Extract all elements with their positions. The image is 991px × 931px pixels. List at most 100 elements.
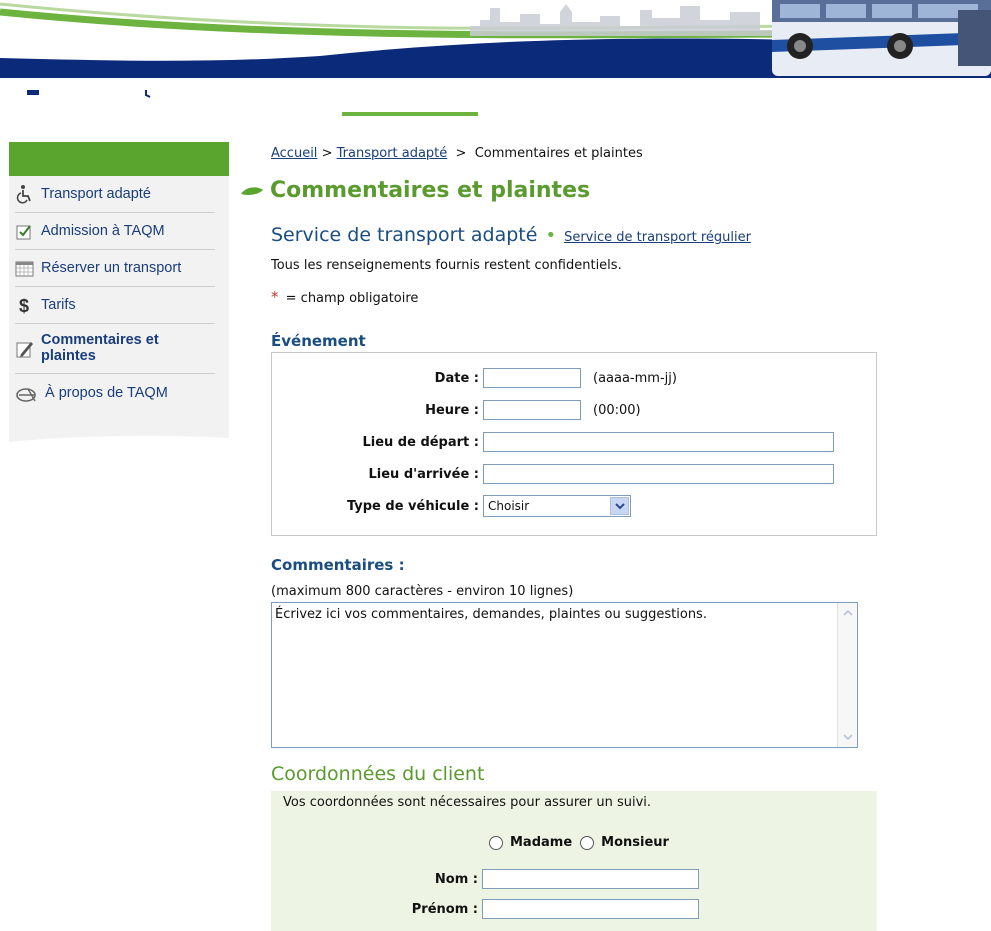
monsieur-radio[interactable]: [580, 835, 595, 850]
vehicle-type-select[interactable]: Choisir: [483, 495, 631, 517]
dropdown-button[interactable]: [610, 497, 629, 515]
departure-label: Lieu de départ :: [362, 434, 479, 450]
sidebar-bottom-swoosh: [9, 435, 229, 450]
time-row: Heure : (00:00): [272, 399, 878, 421]
vehicle-row: Type de véhicule : Choisir: [272, 495, 878, 517]
required-star: *: [271, 288, 279, 306]
sidebar-item-label: Transport adapté: [41, 186, 151, 202]
phone-icon: [491, 89, 506, 101]
nav-item-label: Nos services: [46, 87, 127, 103]
comments-textarea-wrapper: Écrivez ici vos commentaires, demandes, …: [271, 602, 858, 748]
madame-radio[interactable]: [489, 835, 503, 850]
main-nav: Nos services Horaires et trajets $ Tarif…: [0, 78, 991, 116]
nav-item-label: Transport adapté: [364, 87, 478, 103]
nav-item-label: Horaires et trajets: [158, 87, 269, 103]
nom-input[interactable]: [482, 869, 699, 889]
nav-item-nos-services[interactable]: Nos services: [24, 78, 126, 112]
textarea-scrollbar[interactable]: [837, 603, 857, 747]
breadcrumb: Accueil > Transport adapté > Commentaire…: [271, 146, 643, 161]
sidebar: Transport adapté Admission à TAQM Réserv…: [9, 142, 229, 450]
sidebar-item-label: Commentaires et plaintes: [41, 331, 159, 364]
clock-icon: [139, 88, 154, 102]
sidebar-item-reserver[interactable]: Réserver un transport: [15, 250, 215, 287]
nav-item-horaires[interactable]: Horaires et trajets: [138, 78, 269, 112]
nom-label: Nom :: [434, 871, 478, 887]
chevron-down-icon: [842, 734, 853, 741]
client-fieldset: Vos coordonnées sont nécessaires pour as…: [271, 791, 877, 931]
sidebar-item-admission[interactable]: Admission à TAQM: [15, 213, 215, 250]
sidebar-item-transport-adapte[interactable]: Transport adapté: [15, 176, 215, 213]
service-title-row: Service de transport adapté • Service de…: [271, 224, 751, 246]
scroll-up-button[interactable]: [839, 604, 856, 621]
separator-bullet: •: [545, 225, 557, 246]
comments-length-hint: (maximum 800 caractères - environ 10 lig…: [271, 584, 574, 599]
svg-text:$: $: [19, 296, 29, 315]
sidebar-header-bar: [9, 142, 229, 176]
date-input[interactable]: [483, 368, 581, 388]
bus-icon: [25, 88, 41, 103]
time-label: Heure :: [425, 402, 479, 418]
date-format-hint: (aaaa-mm-jj): [593, 370, 677, 386]
prenom-row: Prénom :: [271, 898, 877, 920]
nav-item-transport-adapte[interactable]: Transport adapté: [342, 78, 478, 116]
megaphone-icon: [627, 89, 642, 103]
event-section-title: Événement: [271, 332, 366, 350]
leaf-bullet-icon: [241, 186, 263, 195]
sidebar-item-a-propos[interactable]: À propos de TAQM: [15, 374, 215, 411]
departure-input[interactable]: [483, 432, 834, 452]
sidebar-item-label: À propos de TAQM: [45, 384, 168, 401]
client-section-title: Coordonnées du client: [271, 763, 485, 785]
arrival-input[interactable]: [483, 464, 834, 484]
service-title: Service de transport adapté: [271, 224, 538, 246]
comments-textarea[interactable]: Écrivez ici vos commentaires, demandes, …: [272, 603, 837, 747]
chevron-down-icon: [614, 502, 625, 509]
nav-item-tarifs[interactable]: $ Tarifs: [281, 78, 330, 112]
arrival-label: Lieu d'arrivée :: [368, 466, 479, 482]
pencil-icon: [16, 341, 33, 357]
nav-item-quoi-de-neuf[interactable]: Quoi de neuf?: [626, 78, 736, 112]
regular-service-link[interactable]: Service de transport régulier: [564, 230, 751, 245]
civility-radio-group: Madame Monsieur: [489, 835, 669, 850]
nav-item-service-clientele[interactable]: Service clientèle: [490, 78, 614, 112]
chevron-up-icon: [842, 609, 853, 616]
wheelchair-icon: [16, 185, 31, 204]
breadcrumb-current: Commentaires et plaintes: [474, 146, 643, 161]
vehicle-label: Type de véhicule :: [346, 498, 479, 514]
sidebar-item-label: Admission à TAQM: [41, 223, 165, 239]
site-header: Nos services Horaires et trajets $ Tarif…: [0, 0, 991, 116]
date-row: Date : (aaaa-mm-jj): [272, 367, 878, 389]
dollar-icon: $: [282, 86, 292, 104]
madame-label: Madame: [510, 835, 573, 850]
prenom-input[interactable]: [482, 899, 699, 919]
bus-illustration: [772, 0, 991, 76]
dollar-icon: $: [19, 296, 29, 315]
time-format-hint: (00:00): [593, 402, 641, 418]
confidentiality-note: Tous les renseignements fournis restent …: [271, 258, 622, 273]
nom-row: Nom :: [271, 868, 877, 890]
page-title: Commentaires et plaintes: [240, 178, 590, 203]
nav-item-label: Tarifs: [296, 87, 331, 103]
checkbox-icon: [16, 225, 31, 240]
taqm-logo-icon: [16, 387, 36, 402]
svg-text:$: $: [282, 86, 292, 104]
sidebar-item-tarifs[interactable]: $ Tarifs: [15, 287, 215, 324]
arrival-row: Lieu d'arrivée :: [272, 463, 878, 485]
sidebar-item-commentaires[interactable]: Commentaires et plaintes: [15, 324, 215, 374]
nav-item-label: Service clientèle: [511, 87, 614, 103]
client-intro-text: Vos coordonnées sont nécessaires pour as…: [283, 795, 652, 810]
departure-row: Lieu de départ :: [272, 431, 878, 453]
nav-item-label: Quoi de neuf?: [647, 87, 736, 103]
breadcrumb-home-link[interactable]: Accueil: [271, 146, 317, 161]
event-fieldset: Date : (aaaa-mm-jj) Heure : (00:00) Lieu…: [271, 352, 877, 536]
time-input[interactable]: [483, 400, 581, 420]
breadcrumb-section-link[interactable]: Transport adapté: [337, 146, 448, 161]
scroll-down-button[interactable]: [839, 729, 856, 746]
required-field-note: * = champ obligatoire: [271, 288, 419, 306]
date-label: Date :: [434, 370, 479, 386]
comments-section-title: Commentaires :: [271, 556, 405, 574]
sidebar-item-label: Tarifs: [41, 297, 76, 313]
wheelchair-icon: [342, 86, 358, 104]
vehicle-select-value: Choisir: [488, 499, 530, 513]
prenom-label: Prénom :: [411, 901, 478, 917]
monsieur-label: Monsieur: [601, 835, 669, 850]
